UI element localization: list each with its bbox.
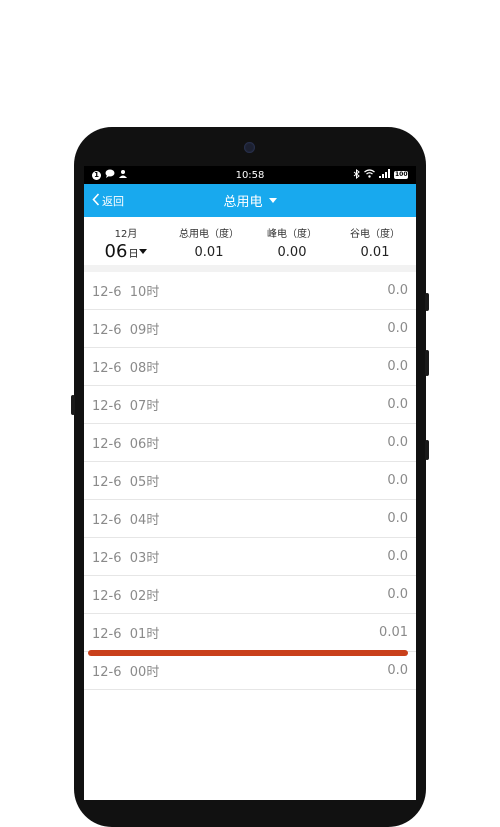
list-item[interactable]: 12-6 06时 0.0 bbox=[84, 424, 416, 462]
status-bar: 1 10:58 100 bbox=[84, 166, 416, 184]
summary-panel: 12月 06 日 总用电（度） 0.01 峰电（度） 0.00 谷电（度） 0.… bbox=[84, 217, 416, 272]
peak-value: 0.00 bbox=[277, 245, 307, 260]
highlight-underline bbox=[88, 650, 408, 656]
page-title: 总用电 bbox=[223, 195, 263, 210]
hour-label: 12-6 05时 bbox=[92, 475, 160, 490]
side-button-left bbox=[71, 395, 75, 415]
chevron-left-icon bbox=[92, 192, 100, 209]
valley-value: 0.01 bbox=[360, 245, 390, 260]
list-item[interactable]: 12-6 07时 0.0 bbox=[84, 386, 416, 424]
caret-down-icon bbox=[139, 249, 148, 254]
date-picker-column: 12月 06 日 bbox=[84, 217, 168, 265]
hourly-list: 12-6 10时 0.0 12-6 09时 0.0 12-6 08时 0.0 1… bbox=[84, 272, 416, 690]
side-button-right-1 bbox=[425, 293, 429, 311]
hour-value: 0.0 bbox=[387, 321, 408, 336]
hour-value: 0.0 bbox=[387, 435, 408, 450]
list-item[interactable]: 12-6 09时 0.0 bbox=[84, 310, 416, 348]
day-picker[interactable]: 06 日 bbox=[105, 241, 148, 262]
hour-value: 0.0 bbox=[387, 283, 408, 298]
summary-total: 总用电（度） 0.01 bbox=[168, 217, 250, 265]
caret-down-icon bbox=[268, 198, 277, 203]
hour-label: 12-6 00时 bbox=[92, 665, 160, 680]
hour-label: 12-6 01时 bbox=[92, 627, 160, 642]
back-button[interactable]: 返回 bbox=[84, 192, 124, 209]
hour-value: 0.0 bbox=[387, 397, 408, 412]
day-number: 06 bbox=[104, 241, 128, 262]
front-camera bbox=[244, 142, 255, 153]
hour-value: 0.01 bbox=[379, 625, 408, 640]
hour-value: 0.0 bbox=[387, 473, 408, 488]
app-header: 返回 总用电 bbox=[84, 184, 416, 217]
hour-label: 12-6 03时 bbox=[92, 551, 160, 566]
valley-label: 谷电（度） bbox=[350, 229, 400, 240]
total-label: 总用电（度） bbox=[179, 229, 239, 240]
header-title-dropdown[interactable]: 总用电 bbox=[84, 191, 416, 210]
status-time: 10:58 bbox=[235, 169, 265, 181]
peak-label: 峰电（度） bbox=[267, 229, 317, 240]
hour-value: 0.0 bbox=[387, 549, 408, 564]
hour-label: 12-6 10时 bbox=[92, 285, 160, 300]
list-item[interactable]: 12-6 02时 0.0 bbox=[84, 576, 416, 614]
hour-label: 12-6 02时 bbox=[92, 589, 160, 604]
hour-value: 0.0 bbox=[387, 359, 408, 374]
hour-label: 12-6 06时 bbox=[92, 437, 160, 452]
list-item[interactable]: 12-6 00时 0.0 bbox=[84, 652, 416, 690]
summary-peak: 峰电（度） 0.00 bbox=[250, 217, 334, 265]
summary-valley: 谷电（度） 0.01 bbox=[334, 217, 416, 265]
day-suffix: 日 bbox=[128, 249, 139, 260]
list-item[interactable]: 12-6 10时 0.0 bbox=[84, 272, 416, 310]
hour-label: 12-6 08时 bbox=[92, 361, 160, 376]
side-button-right-3 bbox=[425, 440, 429, 460]
hour-label: 12-6 09时 bbox=[92, 323, 160, 338]
list-item[interactable]: 12-6 01时 0.01 bbox=[84, 614, 416, 652]
app-screen: 1 10:58 100 返回 总用电 12月 06 日 总用电（度） 0.01 … bbox=[84, 166, 416, 800]
hour-value: 0.0 bbox=[387, 587, 408, 602]
hour-label: 12-6 04时 bbox=[92, 513, 160, 528]
hour-value: 0.0 bbox=[387, 663, 408, 678]
hour-value: 0.0 bbox=[387, 511, 408, 526]
month-label: 12月 bbox=[114, 229, 138, 240]
side-button-right-2 bbox=[425, 350, 429, 376]
total-value: 0.01 bbox=[194, 245, 224, 260]
list-item[interactable]: 12-6 08时 0.0 bbox=[84, 348, 416, 386]
list-item[interactable]: 12-6 05时 0.0 bbox=[84, 462, 416, 500]
back-label: 返回 bbox=[102, 194, 124, 208]
hour-label: 12-6 07时 bbox=[92, 399, 160, 414]
list-item[interactable]: 12-6 04时 0.0 bbox=[84, 500, 416, 538]
list-item[interactable]: 12-6 03时 0.0 bbox=[84, 538, 416, 576]
